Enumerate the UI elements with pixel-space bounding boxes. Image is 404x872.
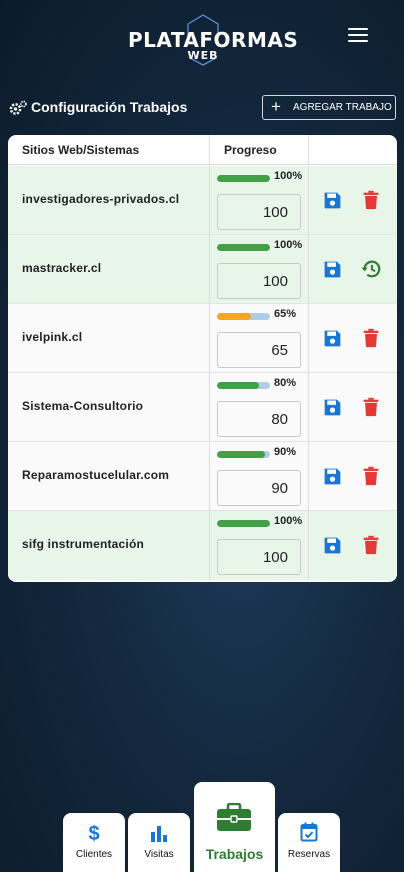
hamburger-menu-icon[interactable]: [348, 28, 368, 42]
table-row: sifg instrumentación 100%: [8, 511, 397, 580]
progress-bar: [217, 175, 270, 182]
table-row: ivelpink.cl 65%: [8, 304, 397, 373]
site-name: investigadores-privados.cl: [22, 192, 180, 206]
jobs-table: Sitios Web/Sistemas Progreso investigado…: [8, 135, 397, 582]
svg-text:$: $: [88, 823, 99, 843]
delete-icon[interactable]: [360, 327, 382, 349]
site-name: Reparamostucelular.com: [22, 468, 170, 482]
save-icon[interactable]: [322, 466, 343, 487]
table-row: Reparamostucelular.com 90%: [8, 442, 397, 511]
dollar-icon: $: [88, 823, 99, 843]
add-job-button-label: AGREGAR TRABAJO: [293, 102, 392, 113]
app-header: PLATAFORMAS WEB: [0, 0, 404, 80]
plus-icon: +: [271, 97, 281, 116]
progress-cell: 100%: [209, 511, 309, 580]
bar-chart-icon: [151, 826, 167, 842]
progress-bar: [217, 451, 270, 458]
progress-percent: 90%: [274, 446, 297, 458]
nav-tab-reservas-label: Reservas: [287, 849, 331, 860]
plataformas-web-logo[interactable]: PLATAFORMAS WEB: [128, 14, 298, 66]
progress-cell: 90%: [209, 442, 309, 511]
nav-tab-clientes-label: Clientes: [75, 849, 113, 860]
bottom-navigation: $ Clientes Visitas Trabajos Reservas: [0, 780, 404, 872]
nav-tab-clientes[interactable]: $ Clientes: [63, 813, 125, 872]
progress-percent: 100%: [274, 239, 303, 251]
delete-icon[interactable]: [360, 189, 382, 211]
progress-cell: 80%: [209, 373, 309, 442]
save-icon[interactable]: [322, 259, 343, 280]
restore-history-icon[interactable]: [360, 258, 382, 280]
table-row: Sistema-Consultorio 80%: [8, 373, 397, 442]
logo-subtitle: WEB: [187, 49, 219, 62]
progress-value-input[interactable]: [217, 401, 301, 437]
progress-cell: 65%: [209, 304, 309, 373]
progress-value-input[interactable]: [217, 263, 301, 299]
briefcase-icon: [217, 803, 251, 831]
progress-cell: 100%: [209, 235, 309, 304]
save-icon[interactable]: [322, 328, 343, 349]
table-header: Sitios Web/Sistemas Progreso: [8, 135, 397, 165]
site-name: sifg instrumentación: [22, 537, 145, 551]
save-icon[interactable]: [322, 397, 343, 418]
nav-tab-visitas-label: Visitas: [144, 849, 174, 860]
page-title: Configuración Trabajos: [31, 99, 188, 115]
add-job-button[interactable]: + AGREGAR TRABAJO: [262, 95, 396, 120]
progress-value-input[interactable]: [217, 470, 301, 506]
nav-tab-trabajos[interactable]: Trabajos: [194, 782, 275, 872]
progress-bar: [217, 244, 270, 251]
progress-bar: [217, 313, 270, 320]
table-row: mastracker.cl 100%: [8, 235, 397, 304]
site-name: mastracker.cl: [22, 261, 102, 275]
site-name: Sistema-Consultorio: [22, 399, 144, 413]
save-icon[interactable]: [322, 535, 343, 556]
gears-icon: [9, 100, 27, 115]
nav-tab-visitas[interactable]: Visitas: [128, 813, 190, 872]
site-name: ivelpink.cl: [22, 330, 83, 344]
delete-icon[interactable]: [360, 396, 382, 418]
progress-bar: [217, 520, 270, 527]
save-icon[interactable]: [322, 190, 343, 211]
page-title-bar: Configuración Trabajos + AGREGAR TRABAJO: [8, 95, 398, 122]
delete-icon[interactable]: [360, 534, 382, 556]
progress-percent: 65%: [274, 308, 297, 320]
progress-value-input[interactable]: [217, 539, 301, 575]
table-row: investigadores-privados.cl 100%: [8, 166, 397, 235]
progress-cell: 100%: [209, 166, 309, 235]
progress-percent: 80%: [274, 377, 297, 389]
progress-value-input[interactable]: [217, 332, 301, 368]
nav-tab-trabajos-label: Trabajos: [205, 846, 264, 862]
delete-icon[interactable]: [360, 465, 382, 487]
column-header-progress-cell: Progreso: [209, 135, 309, 165]
progress-value-input[interactable]: [217, 194, 301, 230]
calendar-check-icon: [300, 822, 318, 842]
column-header-progress: Progreso: [224, 143, 277, 157]
progress-percent: 100%: [274, 170, 303, 182]
progress-bar: [217, 382, 270, 389]
nav-tab-reservas[interactable]: Reservas: [278, 813, 340, 872]
progress-percent: 100%: [274, 515, 303, 527]
column-header-sites: Sitios Web/Sistemas: [22, 143, 140, 157]
